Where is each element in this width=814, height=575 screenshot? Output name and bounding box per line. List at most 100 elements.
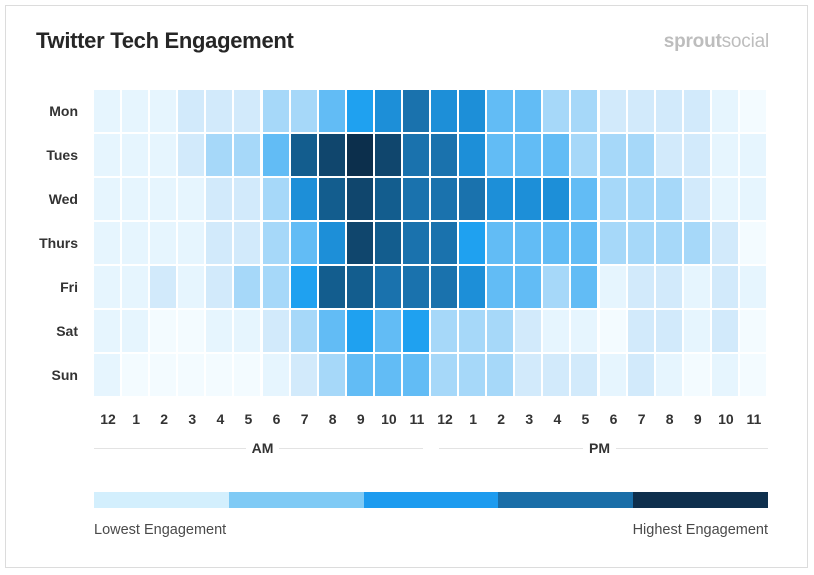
column-label: 9 xyxy=(693,411,702,427)
heatmap-cell xyxy=(150,310,179,354)
heatmap-cell xyxy=(487,266,516,310)
heatmap-cell xyxy=(234,90,263,134)
heatmap-cell xyxy=(290,266,319,310)
heatmap-cell xyxy=(655,178,684,222)
column-label: 5 xyxy=(581,411,590,427)
heatmap-cell xyxy=(543,310,572,354)
heatmap-cell xyxy=(431,310,460,354)
heatmap-cell xyxy=(206,354,235,398)
heatmap-cell xyxy=(543,354,572,398)
heatmap-cell xyxy=(711,90,740,134)
heatmap-cell xyxy=(739,354,768,398)
heatmap-cell xyxy=(150,266,179,310)
heatmap-cell xyxy=(374,90,403,134)
heatmap-cell xyxy=(290,134,319,178)
heatmap-cell xyxy=(739,310,768,354)
heatmap-cell xyxy=(599,134,628,178)
heatmap-cell xyxy=(262,266,291,310)
heatmap-cell xyxy=(206,90,235,134)
column-label: 12 xyxy=(100,411,116,427)
heatmap-cell xyxy=(431,266,460,310)
brand-logo-bold: sprout xyxy=(663,31,722,52)
heatmap-cell xyxy=(571,310,600,354)
column-label: 10 xyxy=(718,411,734,427)
heatmap-cell xyxy=(318,134,347,178)
heatmap-cell xyxy=(627,178,656,222)
legend-low-label: Lowest Engagement xyxy=(94,522,227,538)
heatmap-cell xyxy=(374,178,403,222)
heatmap-cell xyxy=(739,222,768,266)
heatmap-cell xyxy=(262,134,291,178)
heatmap-cell xyxy=(599,354,628,398)
heatmap-cell xyxy=(94,222,123,266)
heatmap-cell xyxy=(122,90,151,134)
heatmap-cell xyxy=(318,90,347,134)
column-label: 5 xyxy=(244,411,253,427)
heatmap-cell xyxy=(178,134,207,178)
heatmap-cell xyxy=(515,90,544,134)
heatmap-cell xyxy=(599,178,628,222)
row-label: Wed xyxy=(48,191,78,207)
heatmap-cell xyxy=(122,354,151,398)
heatmap-cell xyxy=(599,310,628,354)
heatmap-cell xyxy=(543,266,572,310)
heatmap-cell xyxy=(262,222,291,266)
heatmap-cell xyxy=(262,90,291,134)
legend-swatch xyxy=(228,492,364,508)
column-label: 11 xyxy=(746,411,762,427)
legend-swatch xyxy=(498,492,634,508)
heatmap-cell xyxy=(711,222,740,266)
heatmap-cell xyxy=(150,90,179,134)
column-label: 2 xyxy=(160,411,169,427)
heatmap-cell xyxy=(711,266,740,310)
heatmap-cell xyxy=(402,90,431,134)
heatmap-grid xyxy=(94,90,768,398)
column-label: 9 xyxy=(356,411,365,427)
heatmap-cell xyxy=(655,134,684,178)
column-label: 12 xyxy=(437,411,453,427)
heatmap-cell xyxy=(515,178,544,222)
column-label: 7 xyxy=(300,411,309,427)
column-label: 8 xyxy=(328,411,337,427)
heatmap-cell xyxy=(711,134,740,178)
heatmap-cell xyxy=(599,90,628,134)
heatmap-cell xyxy=(318,222,347,266)
row-label: Tues xyxy=(46,147,78,163)
column-label: 3 xyxy=(525,411,534,427)
row-label: Mon xyxy=(49,103,78,119)
heatmap-cell xyxy=(739,178,768,222)
legend-high-label: Highest Engagement xyxy=(632,522,768,538)
heatmap-cell xyxy=(627,90,656,134)
heatmap-cell xyxy=(234,178,263,222)
heatmap-cell xyxy=(571,134,600,178)
heatmap-cell xyxy=(374,266,403,310)
heatmap-cell xyxy=(150,134,179,178)
legend-swatch xyxy=(633,492,768,508)
heatmap-cell xyxy=(178,222,207,266)
heatmap-cell xyxy=(627,266,656,310)
heatmap-cell xyxy=(515,266,544,310)
heatmap-cell xyxy=(94,266,123,310)
heatmap-cell xyxy=(262,310,291,354)
heatmap-cell xyxy=(402,354,431,398)
heatmap-cell xyxy=(150,354,179,398)
heatmap-cell xyxy=(402,310,431,354)
column-label: 4 xyxy=(553,411,562,427)
heatmap-cell xyxy=(94,354,123,398)
legend-swatch xyxy=(94,492,229,508)
heatmap-cell xyxy=(290,222,319,266)
legend-swatch xyxy=(363,492,499,508)
heatmap-cell xyxy=(711,178,740,222)
heatmap-cell xyxy=(431,178,460,222)
brand-logo: sproutsocial xyxy=(664,31,769,53)
column-label: 8 xyxy=(665,411,674,427)
heatmap-cell xyxy=(431,90,460,134)
heatmap-cell xyxy=(374,134,403,178)
heatmap-cell xyxy=(318,354,347,398)
heatmap-cell xyxy=(627,134,656,178)
heatmap-cell xyxy=(655,354,684,398)
heatmap-cell xyxy=(234,222,263,266)
column-label: 6 xyxy=(272,411,281,427)
heatmap-cell xyxy=(515,310,544,354)
heatmap-cell xyxy=(711,310,740,354)
